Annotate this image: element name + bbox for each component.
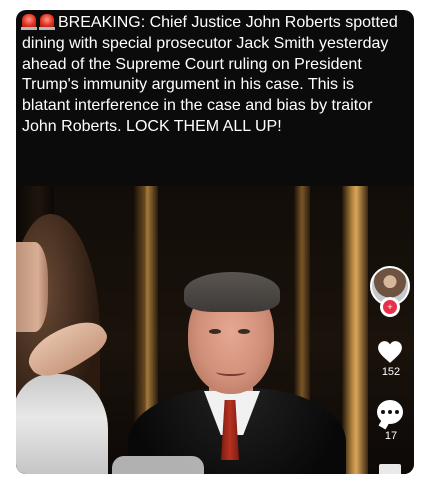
police-siren-icon	[39, 14, 55, 30]
caption-text: BREAKING: Chief Justice John Roberts spo…	[22, 14, 398, 135]
video-post-card[interactable]: BREAKING: Chief Justice John Roberts spo…	[16, 10, 414, 474]
dot	[395, 410, 399, 414]
smile	[216, 368, 246, 376]
woman-face	[16, 242, 48, 332]
dot	[381, 410, 385, 414]
comment-count: 17	[384, 430, 398, 442]
judge-hair	[184, 272, 280, 312]
comment-bubble-icon[interactable]	[377, 400, 403, 424]
follow-badge: +	[383, 300, 397, 314]
heart-icon[interactable]	[377, 340, 403, 364]
dot	[388, 410, 392, 414]
right-eye	[238, 329, 250, 334]
share-icon[interactable]	[379, 464, 401, 474]
video-frame[interactable]	[16, 186, 414, 474]
like-count: 152	[381, 366, 401, 378]
post-caption: BREAKING: Chief Justice John Roberts spo…	[16, 10, 414, 138]
police-siren-icon	[21, 14, 37, 30]
follow-button[interactable]: +	[380, 297, 400, 317]
left-eye	[209, 329, 221, 334]
bottom-overlay-shape	[112, 456, 204, 474]
wood-column	[342, 186, 368, 474]
